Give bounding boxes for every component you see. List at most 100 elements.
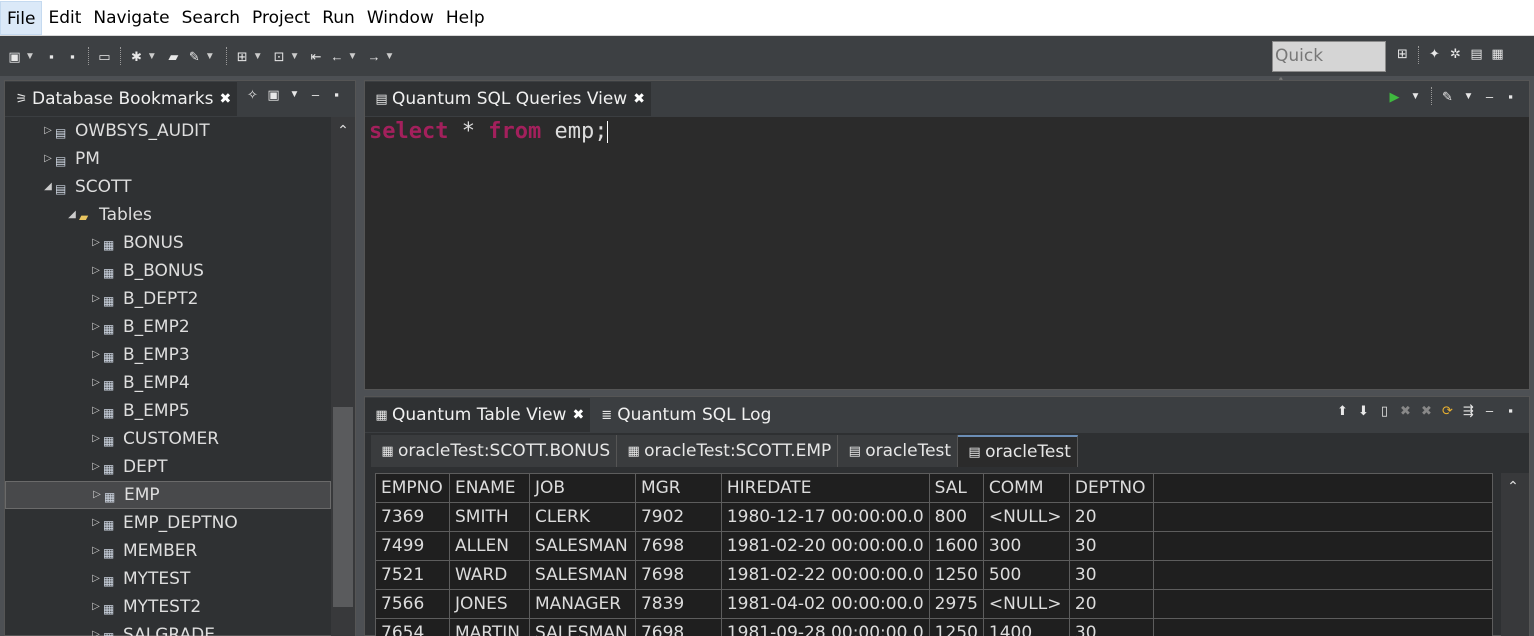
perspective-quantum-icon[interactable]: ▦ bbox=[1490, 46, 1505, 61]
new-icon[interactable]: ▣ bbox=[7, 49, 22, 64]
brush-dropdown-icon[interactable]: ▼ bbox=[205, 51, 215, 62]
refresh-icon[interactable]: ⟳ bbox=[1440, 403, 1455, 418]
annotation-icon[interactable]: ⊞ bbox=[235, 49, 250, 64]
forward-icon[interactable]: → bbox=[366, 49, 381, 64]
close-icon[interactable]: ✖ bbox=[220, 91, 232, 107]
expand-icon[interactable]: ▷ bbox=[89, 257, 103, 285]
table-row[interactable]: 7369 SMITH CLERK 7902 1980-12-17 00:00:00.0 8… bbox=[375, 502, 1493, 532]
column-header[interactable]: EMPNO bbox=[375, 473, 450, 503]
filter-icon[interactable]: ⇶ bbox=[1461, 403, 1476, 418]
expand-icon[interactable]: ▷ bbox=[89, 425, 103, 453]
maximize-icon[interactable]: ▪ bbox=[329, 87, 344, 102]
table-row[interactable]: 7521 WARD SALESMAN 7698 1981-02-22 00:00:00.… bbox=[375, 560, 1493, 590]
execute-dropdown-icon[interactable]: ▼ bbox=[1408, 89, 1423, 104]
quick-access-input[interactable]: Quick Access bbox=[1272, 41, 1386, 95]
view-menu-icon[interactable]: ▼ bbox=[287, 87, 302, 102]
expand-icon[interactable]: ▷ bbox=[89, 509, 103, 537]
tree-item[interactable]: ▷ ▦ EMP_DEPTNO bbox=[89, 509, 238, 537]
page-icon[interactable]: ▯ bbox=[1377, 403, 1392, 418]
tree-scrollbar[interactable]: ⌃ bbox=[331, 117, 355, 636]
tree-item[interactable]: ▷ ▦ MYTEST2 bbox=[89, 593, 201, 621]
expand-icon[interactable]: ▷ bbox=[89, 313, 103, 341]
minimize-icon[interactable]: – bbox=[1482, 89, 1497, 104]
tree-item[interactable]: ▷ ▦ B_EMP4 bbox=[89, 369, 190, 397]
new-dropdown-icon[interactable]: ▼ bbox=[25, 51, 35, 62]
new-bookmark-icon[interactable]: ✧ bbox=[245, 87, 260, 102]
debug-dropdown-icon[interactable]: ▼ bbox=[147, 51, 157, 62]
perspective-java-icon[interactable]: ✦ bbox=[1427, 46, 1442, 61]
perspective-db-icon[interactable]: ▤ bbox=[1469, 46, 1484, 61]
expand-icon[interactable]: ▷ bbox=[89, 369, 103, 397]
table-row[interactable]: 7566 JONES MANAGER 7839 1981-04-02 00:00:00.… bbox=[375, 589, 1493, 619]
expand-icon[interactable]: ▷ bbox=[89, 285, 103, 313]
tree-item[interactable]: ▷ ▤ PM bbox=[41, 145, 100, 173]
tree-item[interactable]: ▷ ▦ EMP bbox=[5, 481, 331, 509]
arrow-up-icon[interactable]: ⬆ bbox=[1335, 403, 1350, 418]
table-row[interactable]: 7654 MARTIN SALESMAN 7698 1981-09-28 00:00:0… bbox=[375, 618, 1493, 636]
back-icon[interactable]: ← bbox=[330, 49, 345, 64]
tab-quantum-sql-queries[interactable]: ▤ Quantum SQL Queries View ✖ bbox=[365, 82, 651, 116]
arrow-down-icon[interactable]: ⬇ bbox=[1356, 403, 1371, 418]
grid-scrollbar[interactable]: ⌃ bbox=[1501, 473, 1529, 636]
annotation-dropdown-icon[interactable]: ▼ bbox=[253, 51, 263, 62]
menu-help[interactable]: Help bbox=[440, 1, 491, 35]
column-header[interactable]: HIREDATE bbox=[720, 473, 930, 503]
column-header[interactable]: COMM bbox=[982, 473, 1070, 503]
last-edit-icon[interactable]: ⇤ bbox=[309, 49, 324, 64]
delete-all-icon[interactable]: ✖ bbox=[1419, 403, 1434, 418]
maximize-icon[interactable]: ▪ bbox=[1503, 89, 1518, 104]
brush-icon[interactable]: ✎ bbox=[187, 49, 202, 64]
results-subtab[interactable]: ▤ oracleTest bbox=[838, 435, 959, 467]
open-perspective-icon[interactable]: ⊞ bbox=[1395, 46, 1410, 61]
console-icon[interactable]: ▭ bbox=[97, 49, 112, 64]
scroll-up-icon[interactable]: ⌃ bbox=[1501, 473, 1525, 499]
results-subtab[interactable]: ▦ oracleTest:SCOTT.EMP bbox=[617, 435, 839, 467]
edit-location-icon[interactable]: ⊡ bbox=[272, 49, 287, 64]
collapse-icon[interactable]: ◢ bbox=[41, 173, 55, 201]
save-all-icon[interactable]: ▪ bbox=[65, 49, 80, 64]
tree-item[interactable]: ▷ ▦ B_EMP5 bbox=[89, 397, 190, 425]
view-menu-icon[interactable]: ▼ bbox=[1461, 89, 1476, 104]
tree-item[interactable]: ▷ ▦ B_EMP2 bbox=[89, 313, 190, 341]
close-icon[interactable]: ✖ bbox=[572, 407, 584, 423]
tab-database-bookmarks[interactable]: ⚞ Database Bookmarks ✖ bbox=[5, 82, 238, 116]
tab-quantum-sql-log[interactable]: ≣ Quantum SQL Log bbox=[590, 398, 778, 432]
results-subtab[interactable]: ▦ oracleTest:SCOTT.BONUS bbox=[371, 435, 618, 467]
menu-run[interactable]: Run bbox=[316, 1, 361, 35]
expand-icon[interactable]: ▷ bbox=[89, 229, 103, 257]
tree-item[interactable]: ▷ ▦ DEPT bbox=[89, 453, 167, 481]
tree-item[interactable]: ▷ ▦ MYTEST bbox=[89, 565, 190, 593]
delete-icon[interactable]: ✖ bbox=[1398, 403, 1413, 418]
expand-icon[interactable]: ▷ bbox=[89, 593, 103, 621]
minimize-icon[interactable]: – bbox=[1482, 403, 1497, 418]
expand-icon[interactable]: ▷ bbox=[89, 341, 103, 369]
tree-item[interactable]: ◢ ▤ SCOTT bbox=[41, 173, 131, 201]
menu-edit[interactable]: Edit bbox=[42, 1, 87, 35]
sql-editor[interactable]: select * from emp; bbox=[365, 117, 1529, 389]
execute-icon[interactable]: ▶ bbox=[1387, 89, 1402, 104]
minimize-icon[interactable]: – bbox=[308, 87, 323, 102]
scroll-up-icon[interactable]: ⌃ bbox=[331, 117, 355, 143]
expand-icon[interactable]: ▷ bbox=[41, 117, 55, 145]
forward-dropdown-icon[interactable]: ▼ bbox=[384, 51, 394, 62]
menu-search[interactable]: Search bbox=[176, 1, 246, 35]
edit-location-dropdown-icon[interactable]: ▼ bbox=[290, 51, 300, 62]
menu-navigate[interactable]: Navigate bbox=[87, 1, 175, 35]
results-grid[interactable]: EMPNO ENAME JOB MGR HIREDATE SAL COMM DEPTNO 73… bbox=[375, 473, 1493, 636]
tree-item[interactable]: ▷ ▦ B_DEPT2 bbox=[89, 285, 198, 313]
column-header[interactable]: SAL bbox=[928, 473, 984, 503]
debug-icon[interactable]: ✱ bbox=[129, 49, 144, 64]
column-header[interactable]: ENAME bbox=[448, 473, 530, 503]
back-dropdown-icon[interactable]: ▼ bbox=[348, 51, 358, 62]
menu-window[interactable]: Window bbox=[361, 1, 440, 35]
open-folder-icon[interactable]: ▰ bbox=[166, 49, 181, 64]
column-header[interactable]: MGR bbox=[634, 473, 722, 503]
column-header[interactable]: JOB bbox=[528, 473, 636, 503]
tab-quantum-table-view[interactable]: ▦ Quantum Table View ✖ bbox=[365, 398, 591, 432]
table-row[interactable]: 7499 ALLEN SALESMAN 7698 1981-02-20 00:00:00… bbox=[375, 531, 1493, 561]
maximize-icon[interactable]: ▪ bbox=[1503, 403, 1518, 418]
tree-item[interactable]: ◢ ▰ Tables bbox=[65, 201, 152, 229]
expand-icon[interactable]: ▷ bbox=[89, 397, 103, 425]
save-icon[interactable]: ▪ bbox=[44, 49, 59, 64]
tree-item[interactable]: ▷ ▤ OWBSYS_AUDIT bbox=[41, 117, 209, 145]
